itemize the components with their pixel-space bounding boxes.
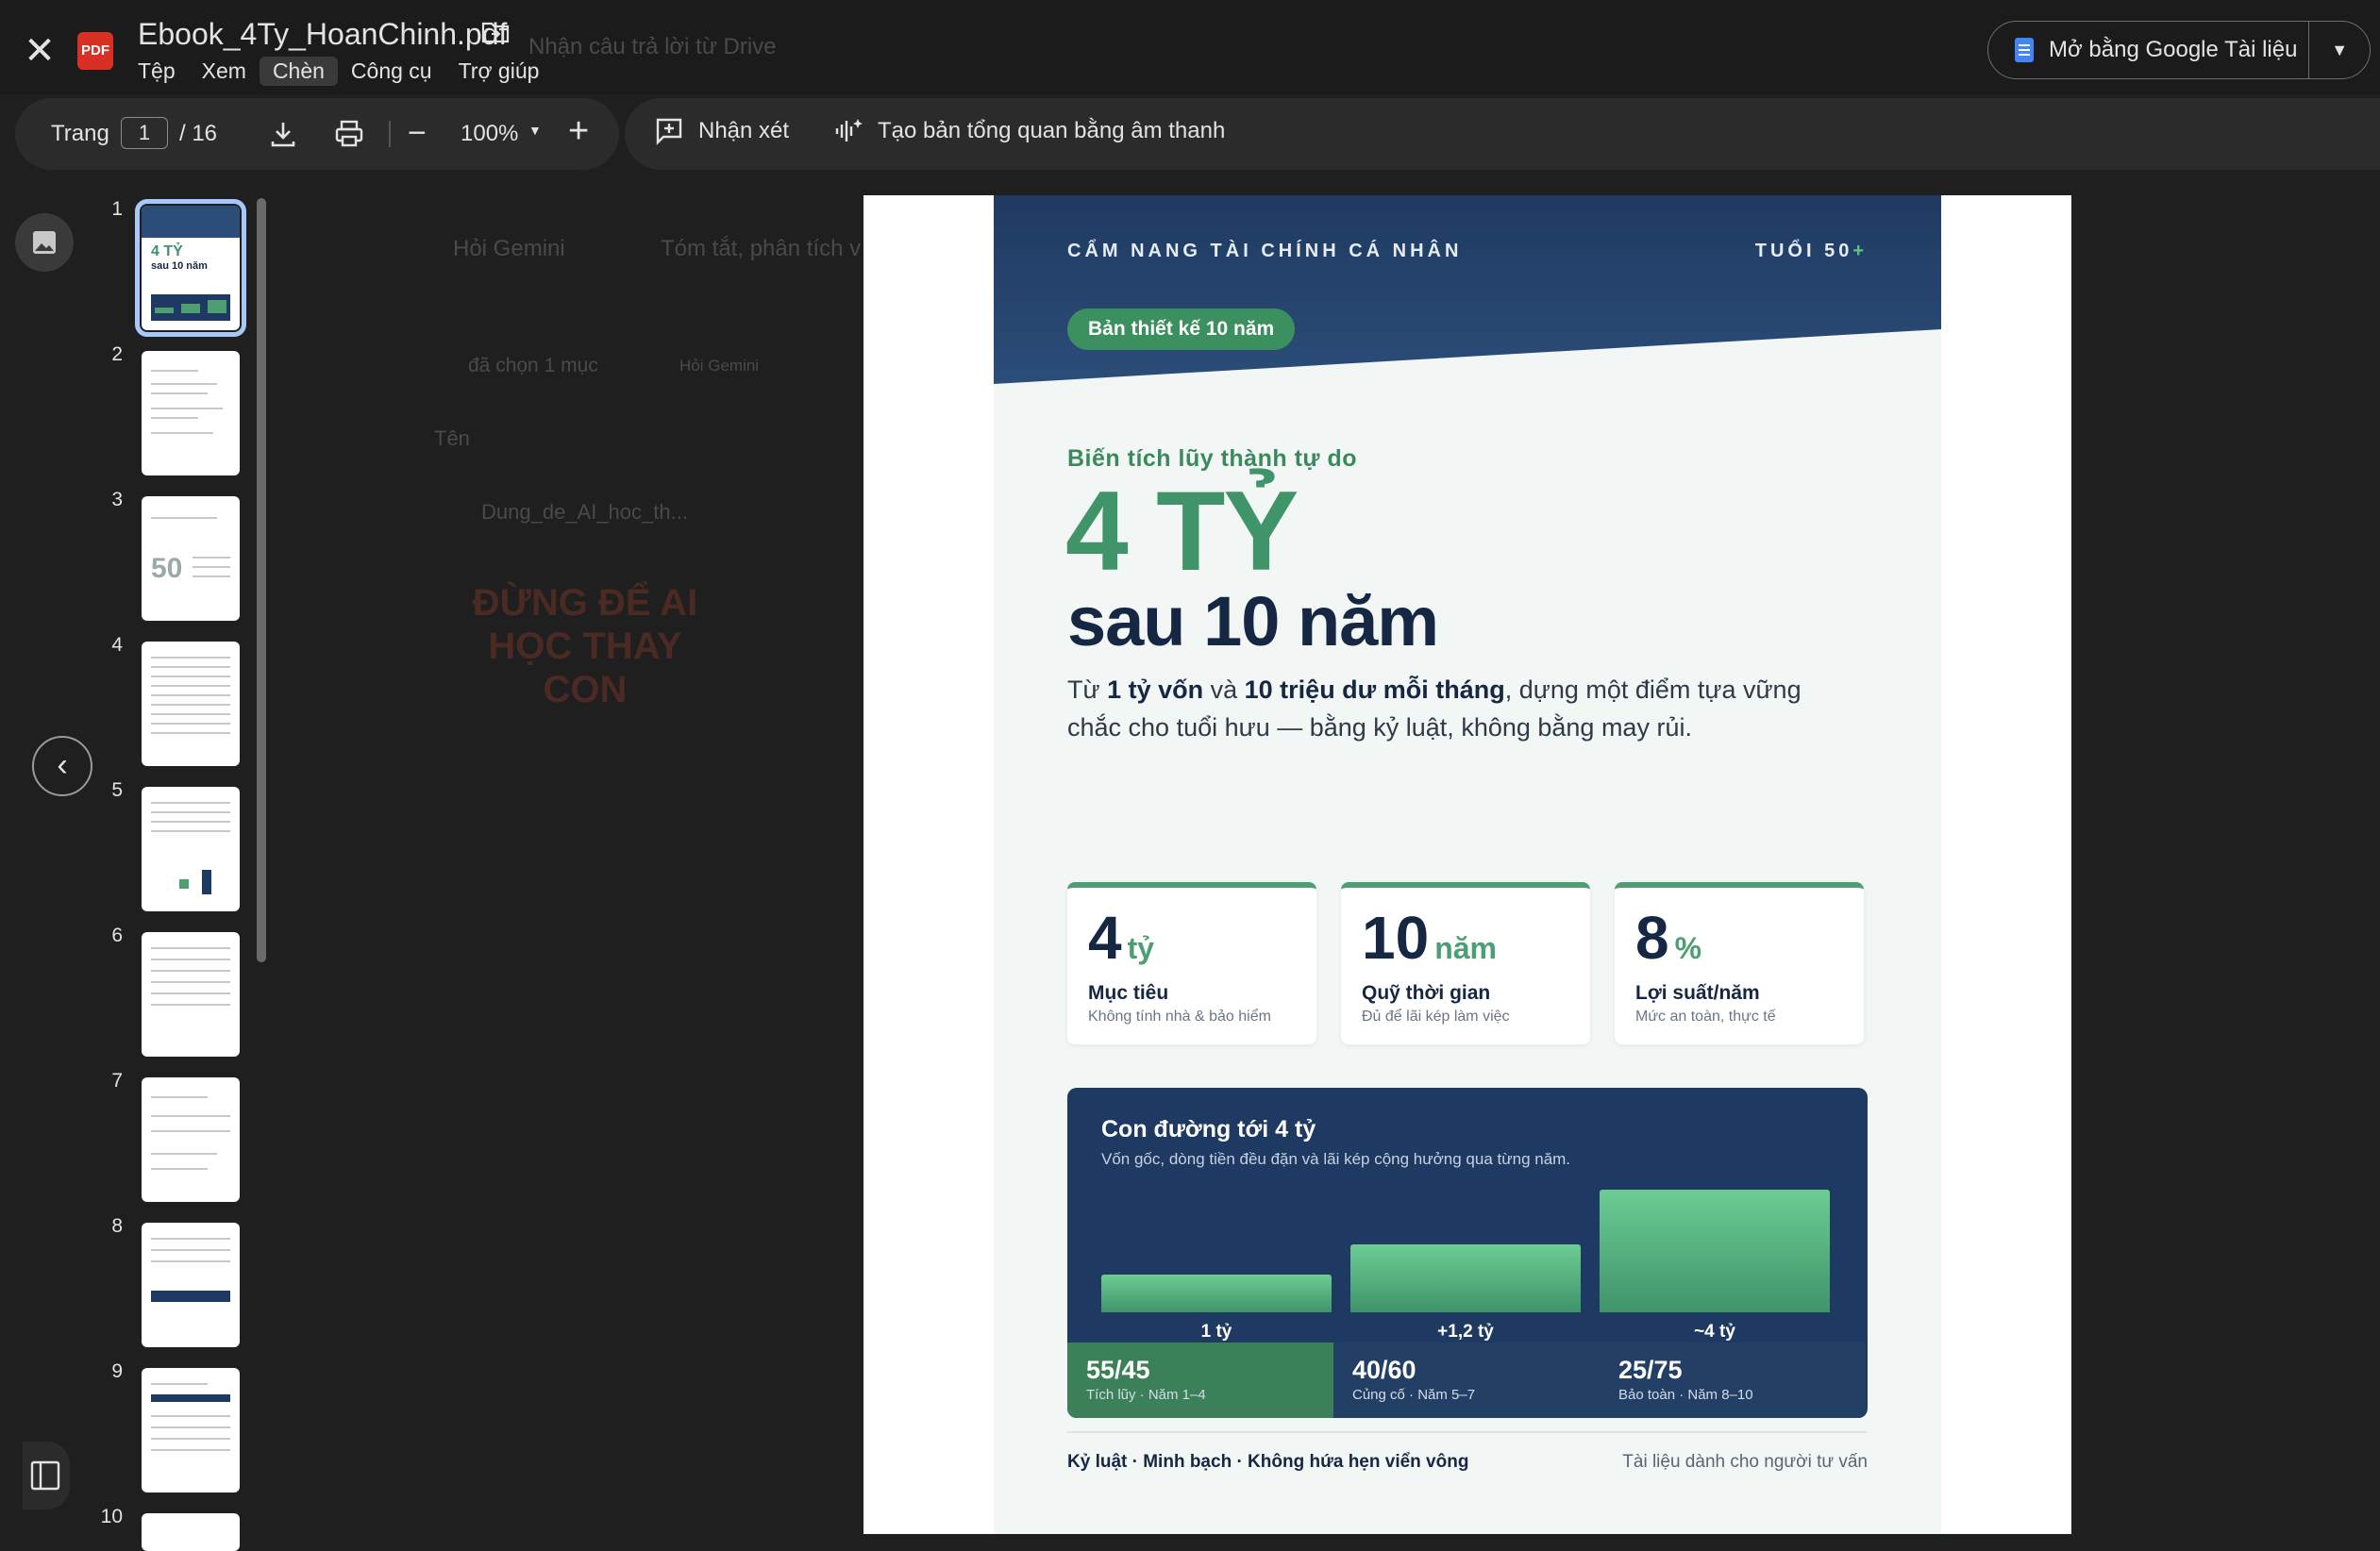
google-docs-icon (2015, 38, 2034, 62)
open-with-docs-button[interactable]: Mở bằng Google Tài liệu ▼ (1987, 21, 2371, 79)
thumbnail-page-9[interactable] (142, 1368, 240, 1493)
menu-tools[interactable]: Công cụ (338, 57, 445, 86)
footer-divider (1067, 1431, 1868, 1433)
thumbnail-page-7[interactable] (142, 1077, 240, 1202)
chart-phase: 40/60 Củng cố · Năm 5–7 (1333, 1343, 1600, 1418)
ghost-ask-gemini-small: Hỏi Gemini (679, 357, 760, 375)
thumbnail-panel: 1 4 TỶ sau 10 năm 2 3 50 4 5 6 7 8 9 10 (85, 189, 255, 1551)
thumbnail-page-2[interactable] (142, 351, 240, 475)
comment-label: Nhận xét (698, 118, 790, 143)
download-icon[interactable] (266, 117, 300, 151)
cover-headline: 4 TỶ (1065, 468, 1299, 594)
thumb-number: 7 (111, 1070, 123, 1092)
thumbnail-page-8[interactable] (142, 1223, 240, 1347)
stat-card-time: 10 năm Quỹ thời gian Đủ để lãi kép làm vi… (1341, 882, 1590, 1044)
menu-file[interactable]: Tệp (138, 57, 189, 86)
menu-help[interactable]: Trợ giúp (445, 57, 553, 86)
drive-ask-title: Nhận câu trả lời từ Drive (528, 34, 777, 59)
menu-bar: Tệp Xem Chèn Công cụ Trợ giúp (138, 57, 552, 86)
chart-phase: 25/75 Bảo toàn · Năm 8–10 (1600, 1343, 1866, 1418)
stat-card-yield: 8% Lợi suất/năm Mức an toàn, thực tế (1615, 882, 1864, 1044)
zoom-out-icon[interactable]: − (408, 117, 427, 149)
ghost-summary: Tóm tắt, phân tích v (661, 236, 862, 261)
chart-phase-note: Bảo toàn · Năm 8–10 (1618, 1387, 1753, 1403)
page-number-input[interactable]: 1 (121, 117, 168, 149)
chart-bar-label: 1 tỷ (1200, 1322, 1232, 1342)
cover-pill: Bản thiết kế 10 năm (1067, 309, 1296, 350)
thumb-number: 1 (111, 198, 123, 220)
chart-phase-note: Tích lũy · Năm 1–4 (1086, 1387, 1206, 1403)
pdf-page-1: CẨM NANG TÀI CHÍNH CÁ NHÂN TUỔI 50+ Bản … (994, 195, 1941, 1534)
add-comment-button[interactable]: Nhận xét (653, 115, 789, 147)
chevron-left-icon[interactable]: ‹ (32, 736, 92, 796)
ghost-col-name: Tên (434, 426, 470, 450)
open-with-docs-label: Mở bằng Google Tài liệu (2049, 37, 2298, 62)
chart-description: Vốn gốc, dòng tiền đều đặn và lãi kép cộ… (1101, 1150, 1571, 1168)
ghost-ask-gemini: Hỏi Gemini (453, 236, 565, 261)
menu-view[interactable]: Xem (189, 57, 260, 86)
chart-bar (1101, 1275, 1332, 1312)
chart-bar (1350, 1244, 1581, 1312)
thumb-number: 9 (111, 1360, 123, 1382)
thumbnail-page-5[interactable] (142, 787, 240, 911)
footer-tagline: Kỷ luật · Minh bạch · Không hứa hẹn viển… (1067, 1452, 1469, 1472)
chart-bar-label: +1,2 tỷ (1437, 1322, 1494, 1342)
ghost-selected: đã chọn 1 mục (468, 355, 598, 376)
page-total: / 16 (179, 121, 218, 146)
cover-age-plus: + (1852, 241, 1868, 261)
comment-icon (656, 118, 682, 145)
zoom-level[interactable]: 100% (461, 121, 518, 147)
thumbnail-page-6[interactable] (142, 932, 240, 1057)
cover-lead: Từ 1 tỷ vốn và 10 triệu dư mỗi tháng, dự… (1067, 675, 1802, 742)
thumbnail-page-4[interactable] (142, 642, 240, 766)
thumbnail-scrollbar[interactable] (257, 198, 266, 962)
audio-overview-button[interactable]: Tạo bản tổng quan bằng âm thanh (832, 115, 1225, 147)
chart-phase-ratio: 25/75 (1618, 1356, 1683, 1384)
page-label: Trang (51, 121, 109, 146)
cover-kicker: CẨM NANG TÀI CHÍNH CÁ NHÂN (1067, 241, 1463, 261)
caret-down-icon[interactable]: ▼ (2309, 41, 2370, 60)
thumbnail-page-1[interactable]: 4 TỶ sau 10 năm (135, 199, 246, 337)
chart-phase-ratio: 55/45 (1086, 1356, 1150, 1384)
image-icon[interactable] (15, 213, 74, 272)
thumb-number: 2 (111, 343, 123, 365)
chart-phase-ratio: 40/60 (1352, 1356, 1416, 1384)
chart-phase-note: Củng cố · Năm 5–7 (1352, 1387, 1476, 1403)
thumbnail-page-10[interactable] (142, 1513, 240, 1551)
file-title[interactable]: Ebook_4Ty_HoanChinh.pdf (138, 17, 507, 52)
footer-audience: Tài liệu dành cho người tư vấn (1622, 1452, 1868, 1472)
chart-title: Con đường tới 4 tỷ (1101, 1116, 1316, 1142)
thumb-number: 5 (111, 779, 123, 801)
chart-phase: 55/45 Tích lũy · Năm 1–4 (1067, 1343, 1333, 1418)
thumbnail-page-3[interactable]: 50 (142, 496, 240, 621)
path-chart-card: Con đường tới 4 tỷ Vốn gốc, dòng tiền đề… (1067, 1088, 1868, 1418)
cover-age-text: TUỔI 50 (1754, 241, 1853, 261)
thumb-number: 6 (111, 925, 123, 946)
print-icon[interactable] (332, 117, 366, 151)
ghost-card-heading: ĐỪNG ĐỂ AI HỌC THAY CON (472, 582, 698, 710)
cover-age: TUỔI 50+ (1755, 241, 1868, 262)
open-with-docs-main[interactable]: Mở bằng Google Tài liệu (1988, 22, 2308, 78)
thumb-number: 8 (111, 1215, 123, 1237)
pdf-file-icon: PDF (77, 32, 113, 70)
thumb-number: 10 (100, 1506, 123, 1527)
audio-sparkle-icon (835, 119, 863, 142)
zoom-in-icon[interactable]: + (568, 113, 589, 149)
close-icon[interactable]: ✕ (17, 28, 62, 74)
stat-card-target: 4 tỷ Mục tiêu Không tính nhà & bảo hiểm (1067, 882, 1316, 1044)
zoom-caret-icon[interactable]: ▼ (528, 123, 542, 138)
audio-overview-label: Tạo bản tổng quan bằng âm thanh (878, 118, 1226, 143)
ghost-file-card: Dung_de_AI_hoc_th... (481, 500, 688, 524)
chart-bar (1600, 1190, 1830, 1312)
menu-insert[interactable]: Chèn (259, 57, 338, 86)
cover-subheadline: sau 10 năm (1067, 582, 1439, 660)
thumb-number: 3 (111, 489, 123, 510)
chart-bar-label: ~4 tỷ (1694, 1322, 1735, 1342)
toolbar-divider (389, 121, 391, 147)
thumb-number: 4 (111, 634, 123, 656)
move-to-folder-icon[interactable] (481, 21, 510, 43)
cover-header (994, 195, 1941, 384)
sidebar-toggle-icon[interactable] (23, 1442, 70, 1509)
